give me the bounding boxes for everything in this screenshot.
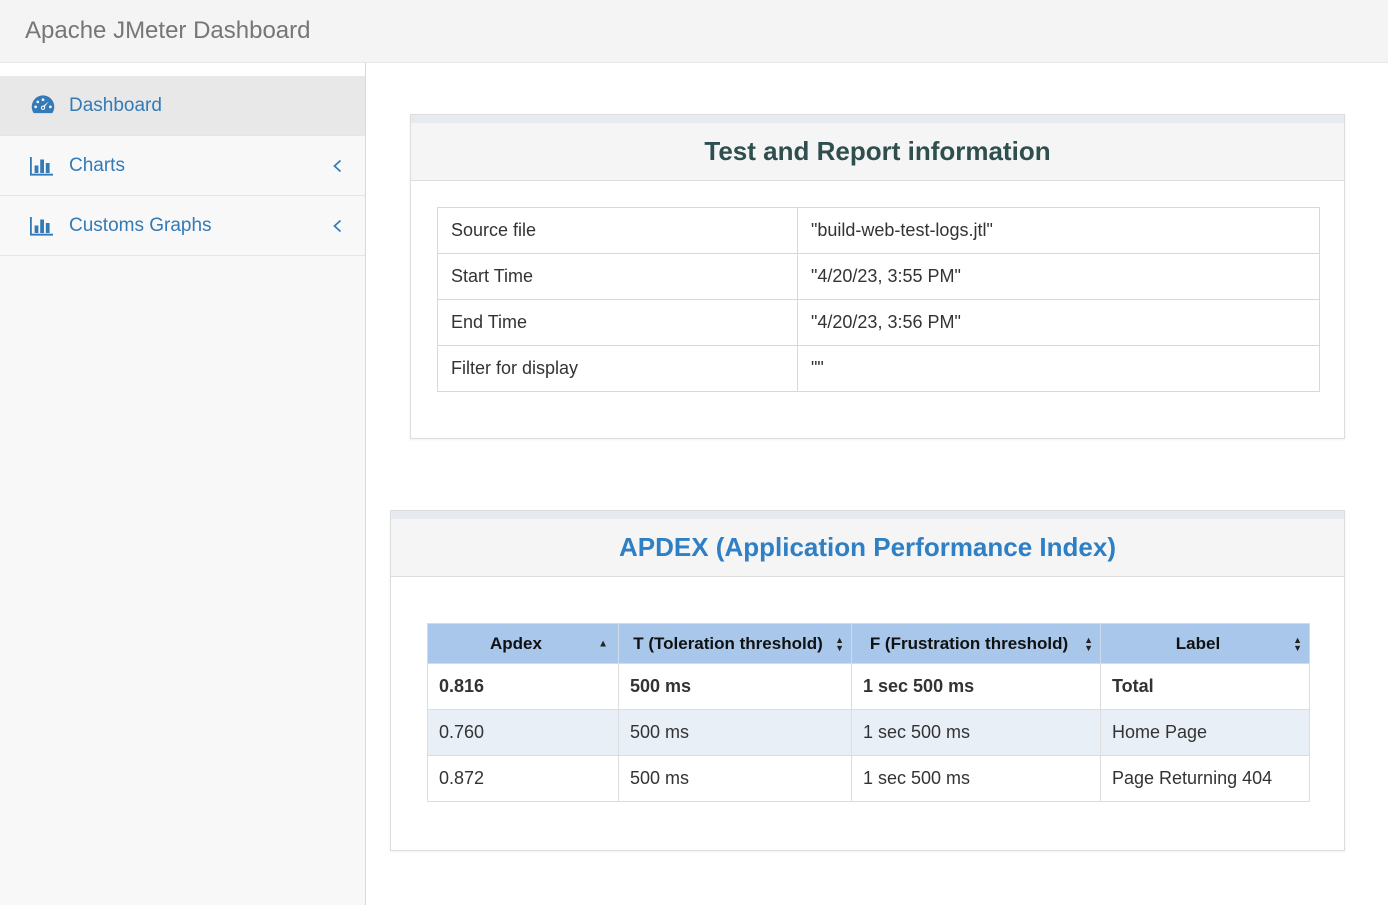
label-cell: Total xyxy=(1101,664,1310,710)
apdex-header-row: Apdex ▲ T (Toleration threshold) ▲▼ F (F… xyxy=(428,624,1310,664)
apdex-table: Apdex ▲ T (Toleration threshold) ▲▼ F (F… xyxy=(427,623,1310,802)
info-value: "4/20/23, 3:55 PM" xyxy=(798,254,1320,300)
toleration-cell: 500 ms xyxy=(619,664,852,710)
chevron-left-icon xyxy=(332,158,343,174)
sidebar-item-label: Customs Graphs xyxy=(69,215,212,237)
main-content: Test and Report information Source file … xyxy=(366,63,1388,905)
app-header: Apache JMeter Dashboard xyxy=(0,0,1388,63)
toleration-cell: 500 ms xyxy=(619,710,852,756)
sort-ascending-icon: ▲ xyxy=(598,638,608,649)
panel-top-strip xyxy=(411,115,1344,123)
frustration-cell: 1 sec 500 ms xyxy=(852,710,1101,756)
test-info-title: Test and Report information xyxy=(426,136,1329,167)
test-info-panel-heading: Test and Report information xyxy=(411,123,1344,181)
info-label: Filter for display xyxy=(438,346,798,392)
apdex-panel-body: Apdex ▲ T (Toleration threshold) ▲▼ F (F… xyxy=(391,577,1344,850)
chevron-left-icon xyxy=(332,218,343,234)
table-row: Source file "build-web-test-logs.jtl" xyxy=(438,208,1320,254)
column-header-apdex[interactable]: Apdex ▲ xyxy=(428,624,619,664)
column-header-label: Label xyxy=(1176,634,1220,653)
column-header-f-frustration-threshold[interactable]: F (Frustration threshold) ▲▼ xyxy=(852,624,1101,664)
sort-icon: ▲▼ xyxy=(1293,636,1302,652)
table-row: Start Time "4/20/23, 3:55 PM" xyxy=(438,254,1320,300)
sidebar-spacer xyxy=(0,63,365,76)
label-cell: Page Returning 404 xyxy=(1101,756,1310,802)
test-info-table: Source file "build-web-test-logs.jtl" St… xyxy=(437,207,1320,392)
panel-top-strip xyxy=(391,511,1344,519)
info-value: "" xyxy=(798,346,1320,392)
test-info-panel-body: Source file "build-web-test-logs.jtl" St… xyxy=(411,181,1344,438)
app-title: Apache JMeter Dashboard xyxy=(25,17,311,45)
sidebar: Dashboard Charts xyxy=(0,63,366,905)
apdex-panel: APDEX (Application Performance Index) Ap… xyxy=(390,510,1345,851)
sidebar-menu: Dashboard Charts xyxy=(0,76,365,256)
info-label: Start Time xyxy=(438,254,798,300)
info-label: End Time xyxy=(438,300,798,346)
bar-chart-icon xyxy=(30,215,60,237)
table-row: End Time "4/20/23, 3:56 PM" xyxy=(438,300,1320,346)
apdex-value-cell: 0.760 xyxy=(428,710,619,756)
sidebar-item-customs-graphs[interactable]: Customs Graphs xyxy=(0,196,365,256)
tachometer-icon xyxy=(30,94,60,117)
sidebar-item-charts[interactable]: Charts xyxy=(0,136,365,196)
sidebar-item-label: Charts xyxy=(69,155,125,177)
table-row: 0.872 500 ms 1 sec 500 ms Page Returning… xyxy=(428,756,1310,802)
sort-icon: ▲▼ xyxy=(1084,636,1093,652)
test-info-panel: Test and Report information Source file … xyxy=(410,114,1345,439)
sidebar-item-dashboard[interactable]: Dashboard xyxy=(0,76,365,136)
toleration-cell: 500 ms xyxy=(619,756,852,802)
info-value: "4/20/23, 3:56 PM" xyxy=(798,300,1320,346)
label-cell: Home Page xyxy=(1101,710,1310,756)
info-value: "build-web-test-logs.jtl" xyxy=(798,208,1320,254)
apdex-title: APDEX (Application Performance Index) xyxy=(406,532,1329,563)
column-header-label: F (Frustration threshold) xyxy=(870,634,1068,653)
table-row: Filter for display "" xyxy=(438,346,1320,392)
apdex-panel-heading: APDEX (Application Performance Index) xyxy=(391,519,1344,577)
table-row: 0.760 500 ms 1 sec 500 ms Home Page xyxy=(428,710,1310,756)
page-layout: Dashboard Charts xyxy=(0,63,1388,905)
column-header-label: T (Toleration threshold) xyxy=(633,634,823,653)
column-header-label[interactable]: Label ▲▼ xyxy=(1101,624,1310,664)
column-header-t-toleration-threshold[interactable]: T (Toleration threshold) ▲▼ xyxy=(619,624,852,664)
bar-chart-icon xyxy=(30,155,60,177)
frustration-cell: 1 sec 500 ms xyxy=(852,664,1101,710)
frustration-cell: 1 sec 500 ms xyxy=(852,756,1101,802)
column-header-label: Apdex xyxy=(490,634,542,653)
info-label: Source file xyxy=(438,208,798,254)
sort-icon: ▲▼ xyxy=(835,636,844,652)
apdex-value-cell: 0.816 xyxy=(428,664,619,710)
apdex-value-cell: 0.872 xyxy=(428,756,619,802)
table-row: 0.816 500 ms 1 sec 500 ms Total xyxy=(428,664,1310,710)
sidebar-item-label: Dashboard xyxy=(69,95,162,117)
